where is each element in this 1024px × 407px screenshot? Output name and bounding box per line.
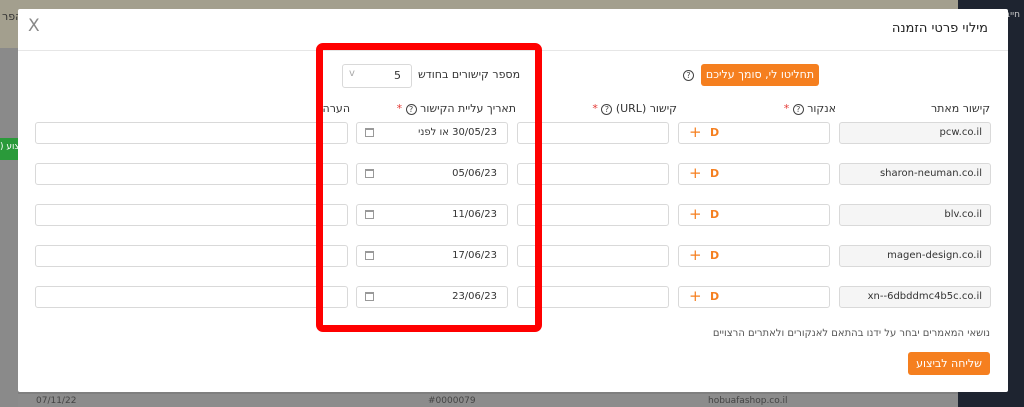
url-help-icon[interactable]: ? [601, 104, 613, 115]
header-anchor: אנקור ? * [783, 102, 836, 115]
anchor-d-icon[interactable]: D [710, 290, 719, 303]
help-icon[interactable]: ? [683, 70, 694, 81]
anchor-help-icon[interactable]: ? [792, 104, 804, 115]
anchor-field[interactable]: D + [678, 163, 830, 185]
anchor-d-icon[interactable]: D [710, 126, 719, 139]
notes-input[interactable] [35, 286, 348, 308]
background-code: #0000079 [428, 396, 476, 406]
anchor-field[interactable]: D + [678, 204, 830, 226]
notes-input[interactable] [35, 163, 348, 185]
add-icon[interactable]: + [689, 287, 702, 305]
background-date: 07/11/22 [36, 396, 77, 406]
notes-input[interactable] [35, 122, 348, 144]
anchor-d-icon[interactable]: D [710, 208, 719, 221]
add-icon[interactable]: + [689, 123, 702, 141]
notes-input[interactable] [35, 204, 348, 226]
anchor-d-icon[interactable]: D [710, 249, 719, 262]
background-site: hobuafashop.co.il [708, 396, 788, 406]
site-field: xn--6dbddmc4b5c.co.il [839, 286, 991, 308]
header-url: קישור (URL) ? * [592, 102, 677, 115]
modal-title: מילוי פרטי הזמנה [891, 21, 988, 36]
add-icon[interactable]: + [689, 246, 702, 264]
anchor-field[interactable]: D + [678, 122, 830, 144]
background-table-row: 07/11/22 #0000079 hobuafashop.co.il [18, 394, 958, 407]
anchor-field[interactable]: D + [678, 286, 830, 308]
site-field: blv.co.il [839, 204, 991, 226]
site-field: sharon-neuman.co.il [839, 163, 991, 185]
decide-for-me-button[interactable]: תחליטו לי, סומך עליכם [701, 64, 819, 86]
red-highlight-box [316, 43, 542, 332]
header-site: קישור מאתר [930, 102, 990, 115]
anchor-field[interactable]: D + [678, 245, 830, 267]
add-icon[interactable]: + [689, 205, 702, 223]
notes-input[interactable] [35, 245, 348, 267]
order-details-modal: מילוי פרטי הזמנה X תחליטו לי, סומך עליכם… [18, 9, 1008, 392]
topics-note: נושאי המאמרים יבחר על ידנו בהתאם לאנקורי… [712, 328, 990, 339]
anchor-d-icon[interactable]: D [710, 167, 719, 180]
background-action-label: צוע ( [0, 142, 20, 152]
add-icon[interactable]: + [689, 164, 702, 182]
site-field: pcw.co.il [839, 122, 991, 144]
submit-button[interactable]: שליחה לביצוע [908, 352, 990, 375]
site-field: magen-design.co.il [839, 245, 991, 267]
background-left-panel: צוע ( [0, 48, 20, 407]
close-icon[interactable]: X [28, 16, 40, 36]
